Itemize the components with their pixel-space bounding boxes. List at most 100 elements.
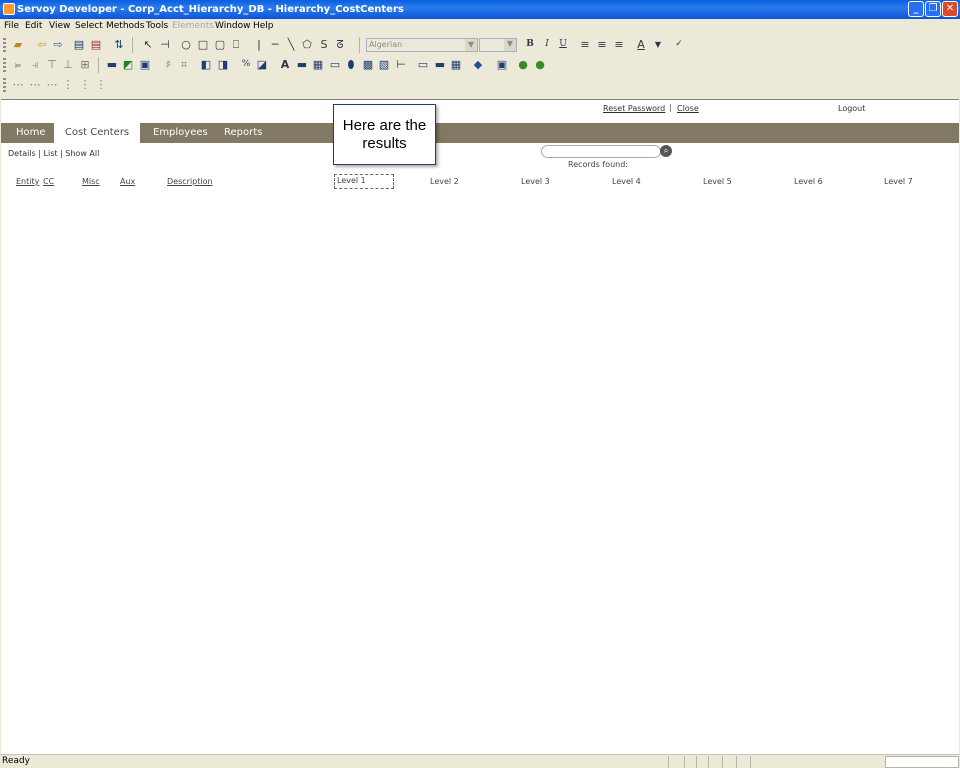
column-header-level-2[interactable]: Level 2 <box>430 177 459 186</box>
align-right-edges-icon[interactable]: ⫣ <box>28 58 42 71</box>
column-header-entity[interactable]: Entity <box>16 177 39 186</box>
distribute-vertical-icon[interactable]: ⋮ <box>61 78 75 91</box>
align-right-icon[interactable]: ≡ <box>612 38 626 51</box>
align-top-edges-icon[interactable]: ⊤ <box>45 58 59 71</box>
distribute-horizontal-icon[interactable]: ⋯ <box>11 78 25 91</box>
column-header-level-6[interactable]: Level 6 <box>794 177 823 186</box>
horizontal-line-tool-icon[interactable]: ─ <box>268 38 282 51</box>
split-tool-icon[interactable]: ▭ <box>416 58 430 71</box>
bring-forward-icon[interactable]: ◧ <box>199 58 213 71</box>
send-backward-icon[interactable]: ◨ <box>216 58 230 71</box>
chevron-down-icon[interactable]: ▼ <box>465 39 477 51</box>
bean-tool-icon[interactable]: ◆ <box>471 58 485 71</box>
grid-icon[interactable]: ♯ <box>161 58 175 71</box>
tab-tool-icon[interactable]: ⎕ <box>229 38 243 51</box>
tab-cost-centers[interactable]: Cost Centers <box>54 123 140 143</box>
ellipse-tool-icon[interactable]: ○ <box>179 38 193 51</box>
forward-arrow-icon[interactable]: ⇨ <box>51 38 65 51</box>
toolbar-grip[interactable] <box>3 58 6 72</box>
anchor-tool-icon[interactable]: ⊣ <box>158 38 172 51</box>
menu-methods[interactable]: Methods <box>106 19 144 34</box>
column-header-level-7[interactable]: Level 7 <box>884 177 913 186</box>
sort-icon[interactable]: ⇅ <box>112 38 126 51</box>
toolbar-grip[interactable] <box>3 78 6 92</box>
distribute-horizontal-space-icon[interactable]: ⋯ <box>28 78 42 91</box>
menu-view[interactable]: View <box>49 19 70 34</box>
diagonal-line-tool-icon[interactable]: ╲ <box>284 38 298 51</box>
chart-icon[interactable]: ◩ <box>121 58 135 71</box>
rounded-rect-tool-icon[interactable]: ▢ <box>213 38 227 51</box>
polygon-tool-icon[interactable]: ⬠ <box>300 38 314 51</box>
italic-icon[interactable]: I <box>540 38 554 51</box>
back-arrow-icon[interactable]: ⇦ <box>35 38 49 51</box>
textfield-tool-icon[interactable]: ▬ <box>295 58 309 71</box>
menu-select[interactable]: Select <box>75 19 103 34</box>
group-icon[interactable]: ◪ <box>255 58 269 71</box>
column-header-level-5[interactable]: Level 5 <box>703 177 732 186</box>
distribute-vertical-space-icon[interactable]: ⋮ <box>78 78 92 91</box>
number-format-icon[interactable]: % <box>239 58 253 71</box>
font-size-select[interactable]: ▼ <box>479 38 517 52</box>
distribute-horizontal-center-icon[interactable]: ⋯ <box>45 78 59 91</box>
button-tool-icon[interactable]: ⬮ <box>344 58 358 71</box>
run-icon[interactable]: ● <box>516 58 530 71</box>
toolbar-grip[interactable] <box>3 38 6 52</box>
tab-reports[interactable]: Reports <box>224 123 262 143</box>
chevron-down-icon[interactable]: ▼ <box>651 38 665 51</box>
form-icon[interactable]: ▤ <box>72 38 86 51</box>
align-left-icon[interactable]: ≡ <box>578 38 592 51</box>
label-tool-icon[interactable]: A <box>278 58 292 71</box>
align-middle-icon[interactable]: ⊞ <box>78 58 92 71</box>
column-header-description[interactable]: Description <box>167 177 213 186</box>
logout-link[interactable]: Logout <box>838 104 865 113</box>
font-color-icon[interactable]: A <box>634 38 648 51</box>
curve-tool-icon[interactable]: S <box>317 38 331 51</box>
rectangle-tool-icon[interactable]: □ <box>196 38 210 51</box>
calendar-tool-icon[interactable]: ▣ <box>495 58 509 71</box>
column-header-level-1[interactable]: Level 1 <box>334 174 394 189</box>
underline-icon[interactable]: U <box>556 38 570 51</box>
column-header-level-4[interactable]: Level 4 <box>612 177 641 186</box>
tab-employees[interactable]: Employees <box>153 123 208 143</box>
pointer-tool-icon[interactable]: ↖ <box>141 38 155 51</box>
column-header-cc[interactable]: CC <box>43 177 54 186</box>
reset-password-link[interactable]: Reset Password <box>603 104 665 113</box>
tree-tool-icon[interactable]: ⊢ <box>394 58 408 71</box>
align-left-edges-icon[interactable]: ⫢ <box>11 58 25 71</box>
minimize-button[interactable]: _ <box>908 1 924 17</box>
table-tool-icon[interactable]: ▦ <box>449 58 463 71</box>
search-input[interactable] <box>541 145 661 158</box>
freeform-tool-icon[interactable]: ᘔ <box>333 38 347 51</box>
column-header-aux[interactable]: Aux <box>120 177 135 186</box>
image-tool-icon[interactable]: ▩ <box>361 58 375 71</box>
snap-grid-icon[interactable]: ⌗ <box>177 58 191 71</box>
tab-home[interactable]: Home <box>16 123 46 143</box>
menu-window[interactable]: Window <box>215 19 251 34</box>
menu-tools[interactable]: Tools <box>146 19 168 34</box>
font-name-select[interactable]: Algerian ▼ <box>366 38 478 52</box>
open-folder-icon[interactable]: ▰ <box>11 38 25 51</box>
portal-tool-icon[interactable]: ▧ <box>377 58 391 71</box>
bold-icon[interactable]: B <box>523 38 537 51</box>
chevron-down-icon[interactable]: ▼ <box>504 39 516 51</box>
maximize-button[interactable]: ❐ <box>925 1 941 17</box>
textarea-tool-icon[interactable]: ▦ <box>311 58 325 71</box>
combobox-tool-icon[interactable]: ▭ <box>328 58 342 71</box>
menu-edit[interactable]: Edit <box>25 19 42 34</box>
form-delete-icon[interactable]: ▤ <box>89 38 103 51</box>
distribute-vertical-center-icon[interactable]: ⋮ <box>94 78 108 91</box>
spellcheck-icon[interactable]: ✓ <box>672 38 686 51</box>
vertical-line-tool-icon[interactable]: | <box>252 38 266 51</box>
menu-help[interactable]: Help <box>253 19 274 34</box>
view-mode-links[interactable]: Details | List | Show All <box>8 149 99 158</box>
align-center-icon[interactable]: ≡ <box>595 38 609 51</box>
menu-file[interactable]: File <box>4 19 19 34</box>
column-header-misc[interactable]: Misc <box>82 177 100 186</box>
save-icon[interactable]: ▣ <box>138 58 152 71</box>
close-window-button[interactable]: ✕ <box>942 1 958 17</box>
tabpanel-tool-icon[interactable]: ▬ <box>433 58 447 71</box>
align-bottom-edges-icon[interactable]: ⊥ <box>61 58 75 71</box>
search-icon[interactable]: ⌕ <box>660 145 672 157</box>
debug-icon[interactable]: ● <box>533 58 547 71</box>
close-link[interactable]: Close <box>677 104 699 113</box>
